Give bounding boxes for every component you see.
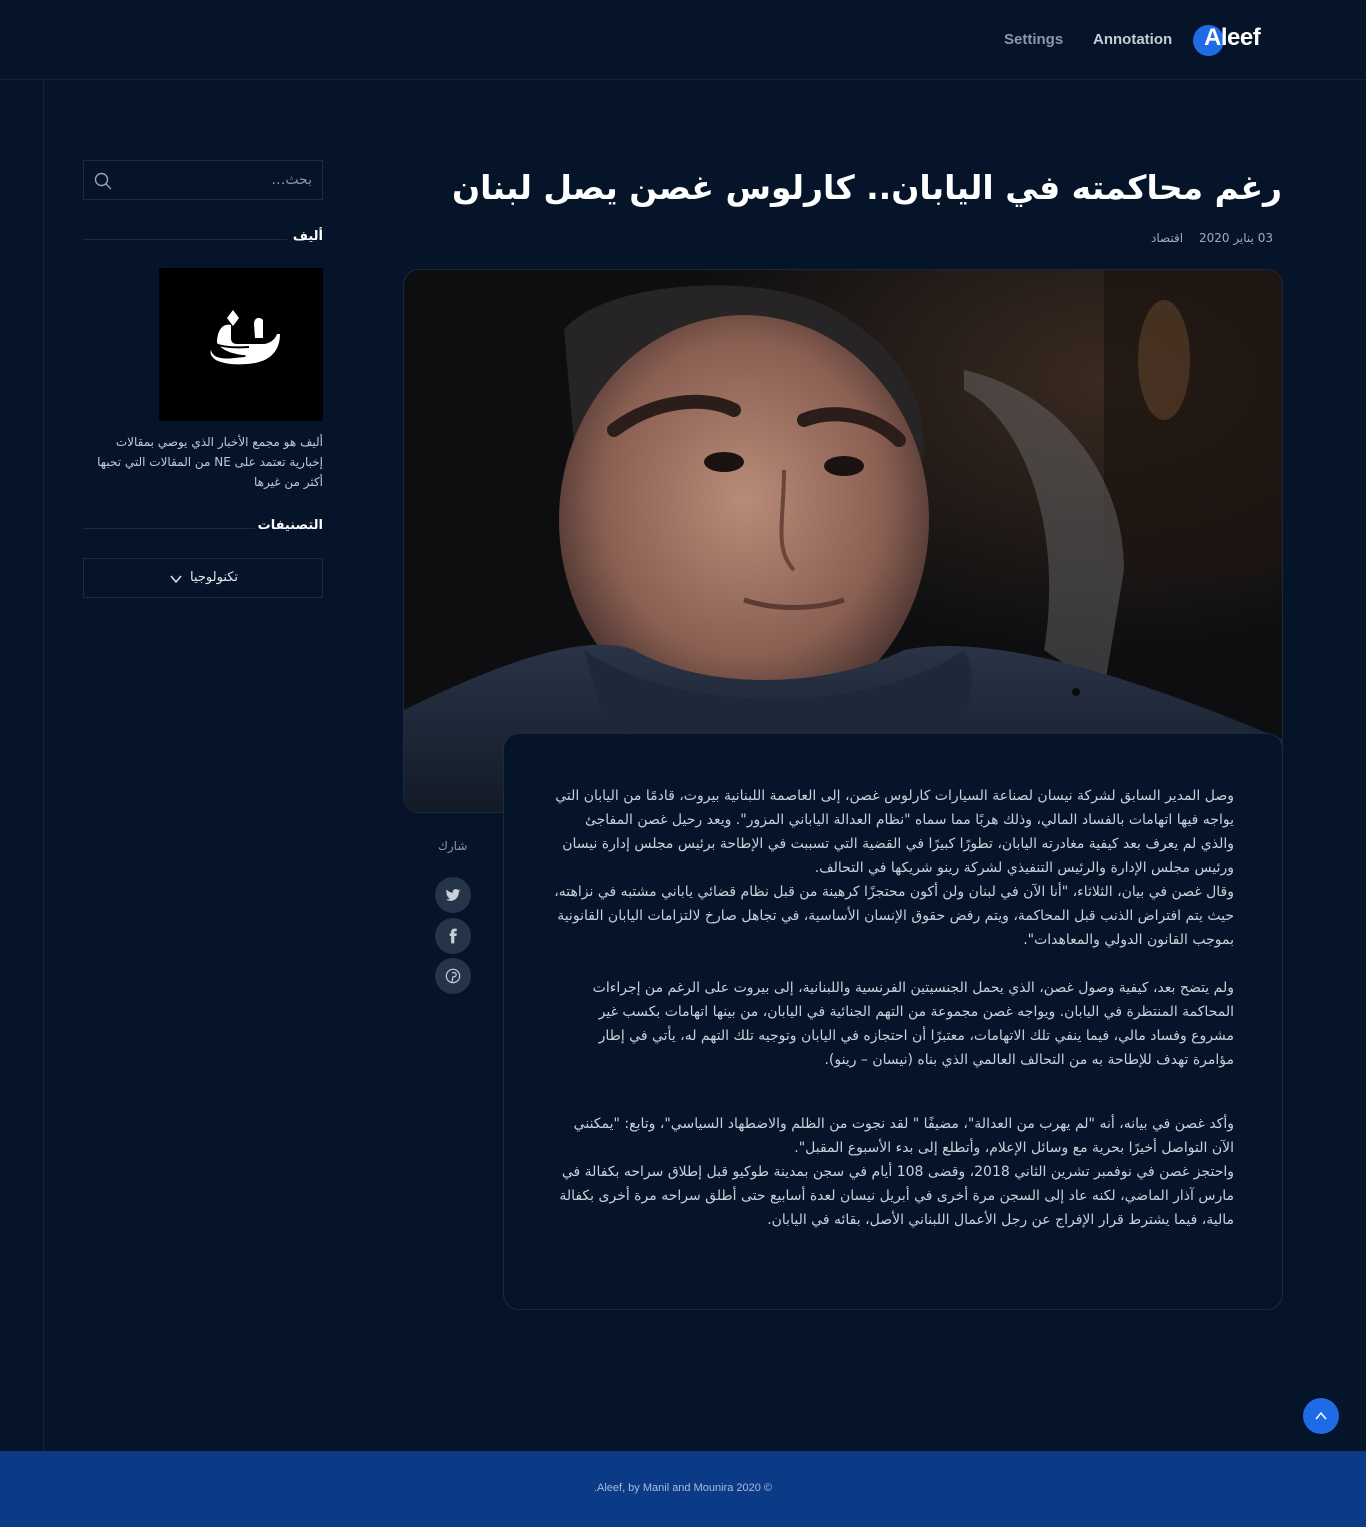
categories-title-rule: [83, 528, 255, 529]
logo-text: Aleef: [1204, 24, 1261, 51]
chevron-down-icon: [170, 575, 182, 584]
site-logo[interactable]: Aleef: [1193, 24, 1273, 56]
share-twitter-button[interactable]: [435, 877, 471, 913]
share-facebook-button[interactable]: [435, 918, 471, 954]
search-icon[interactable]: [94, 172, 112, 190]
article-hero-image: [403, 269, 1283, 813]
category-dropdown[interactable]: تكنولوجيا: [83, 558, 323, 598]
pinterest-icon: [445, 968, 461, 984]
article-paragraph: وأكد غصن في بيانه، أنه "لم يهرب من العدا…: [559, 1116, 1234, 1228]
article-paragraph: وصل المدير السابق لشركة نيسان لصناعة الس…: [554, 788, 1234, 948]
article-body: وصل المدير السابق لشركة نيسان لصناعة الس…: [554, 784, 1234, 1256]
twitter-icon: [445, 889, 461, 901]
about-widget-title: أليف: [292, 229, 323, 244]
left-divider: [43, 80, 44, 1451]
share-label: شارك: [438, 839, 468, 853]
facebook-icon: [449, 928, 457, 944]
back-to-top-button[interactable]: [1303, 1398, 1339, 1434]
top-header: Settings Annotation Aleef: [0, 0, 1366, 80]
aleef-calligraphy-logo: [159, 268, 323, 421]
search-box[interactable]: [83, 160, 323, 200]
nav-annotation-link[interactable]: Annotation: [1093, 31, 1172, 48]
article-meta: 03 يناير 2020 اقتصاد: [1139, 231, 1273, 245]
category-selected: تكنولوجيا: [190, 570, 239, 585]
search-input[interactable]: [120, 161, 318, 199]
about-description: أليف هو مجمع الأخبار الذي يوصي بمقالات إ…: [97, 435, 323, 489]
categories-widget-title: التصنيفات: [257, 518, 323, 533]
about-title-rule: [83, 239, 287, 240]
footer-copyright: .Aleef, by Manil and Mounira 2020 ©: [593, 1482, 773, 1494]
chevron-up-icon: [1315, 1411, 1327, 1420]
article-title: رغم محاكمته في اليابان.. كارلوس غصن يصل …: [451, 168, 1282, 207]
article-date: 03 يناير 2020: [1198, 231, 1273, 245]
article-content-card: وصل المدير السابق لشركة نيسان لصناعة الس…: [503, 733, 1283, 1310]
nav-settings-link[interactable]: Settings: [1004, 31, 1063, 48]
article-category[interactable]: اقتصاد: [1151, 231, 1183, 245]
share-pinterest-button[interactable]: [435, 958, 471, 994]
article-paragraph: ولم يتضح بعد، كيفية وصول غصن، الذي يحمل …: [592, 980, 1234, 1068]
site-footer: .Aleef, by Manil and Mounira 2020 ©: [0, 1451, 1366, 1527]
